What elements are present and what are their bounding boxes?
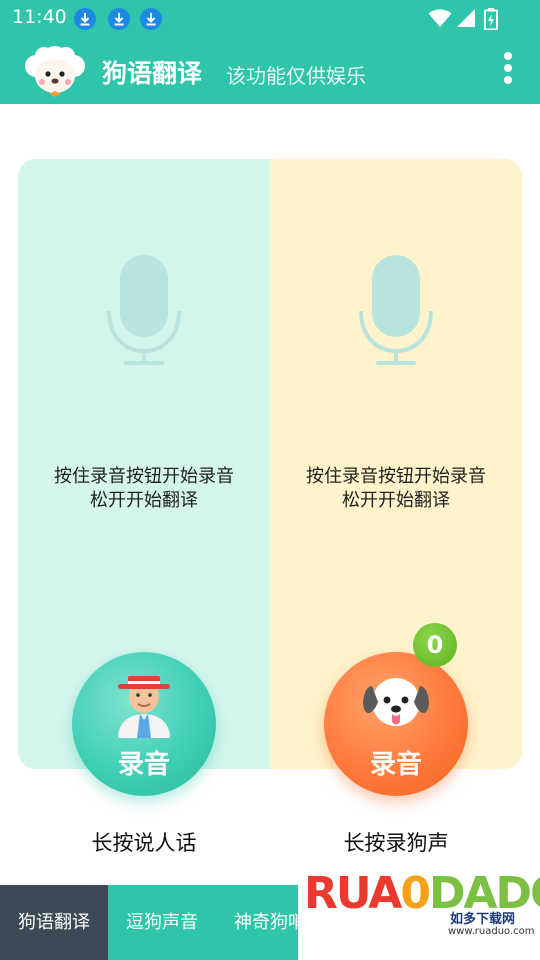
watermark: RUA0DADO 如多下载网 www.ruaduo.com xyxy=(298,866,540,960)
hint-line: 松开开始翻译 xyxy=(342,490,450,511)
human-record-button[interactable]: 录音 xyxy=(72,652,216,796)
signal-icon xyxy=(457,9,475,27)
status-time: 11:40 xyxy=(12,6,67,28)
human-caption: 长按说人话 xyxy=(91,831,197,855)
hint-line: 松开开始翻译 xyxy=(90,490,198,511)
record-hint: 按住录音按钮开始录音 松开开始翻译 xyxy=(270,465,522,513)
more-vert-icon[interactable] xyxy=(500,52,516,88)
man-avatar-icon xyxy=(118,676,170,738)
dog-record-button[interactable]: 录音 xyxy=(324,652,468,796)
download-icon xyxy=(140,8,162,30)
count-badge: 0 xyxy=(413,623,457,667)
microphone-icon xyxy=(107,255,181,365)
tab-tease-dog-sounds[interactable]: 逗狗声音 xyxy=(108,885,216,960)
watermark-logo-part: 0 xyxy=(400,868,431,919)
download-icon xyxy=(108,8,130,30)
wifi-icon xyxy=(428,9,452,27)
record-label: 录音 xyxy=(117,750,170,780)
tab-dog-translate[interactable]: 狗语翻译 xyxy=(0,885,108,960)
record-label: 录音 xyxy=(369,750,422,780)
microphone-icon xyxy=(359,255,433,365)
app-subtitle: 该功能仅供娱乐 xyxy=(226,64,366,88)
dog-caption: 长按录狗声 xyxy=(343,831,449,855)
poodle-logo-icon xyxy=(25,46,85,97)
hint-line: 按住录音按钮开始录音 xyxy=(54,466,234,487)
watermark-logo-part: RUA xyxy=(304,868,402,919)
record-hint: 按住录音按钮开始录音 松开开始翻译 xyxy=(18,465,270,513)
watermark-url: www.ruaduo.com xyxy=(448,926,535,937)
app-bar: 狗语翻译 该功能仅供娱乐 xyxy=(0,36,540,104)
app-title: 狗语翻译 xyxy=(102,59,203,88)
status-bar: 11:40 xyxy=(0,0,540,36)
watermark-site-name: 如多下载网 xyxy=(450,912,516,927)
battery-icon xyxy=(484,8,498,30)
download-icon xyxy=(74,8,96,30)
dog-face-icon xyxy=(363,678,429,726)
hint-line: 按住录音按钮开始录音 xyxy=(306,466,486,487)
